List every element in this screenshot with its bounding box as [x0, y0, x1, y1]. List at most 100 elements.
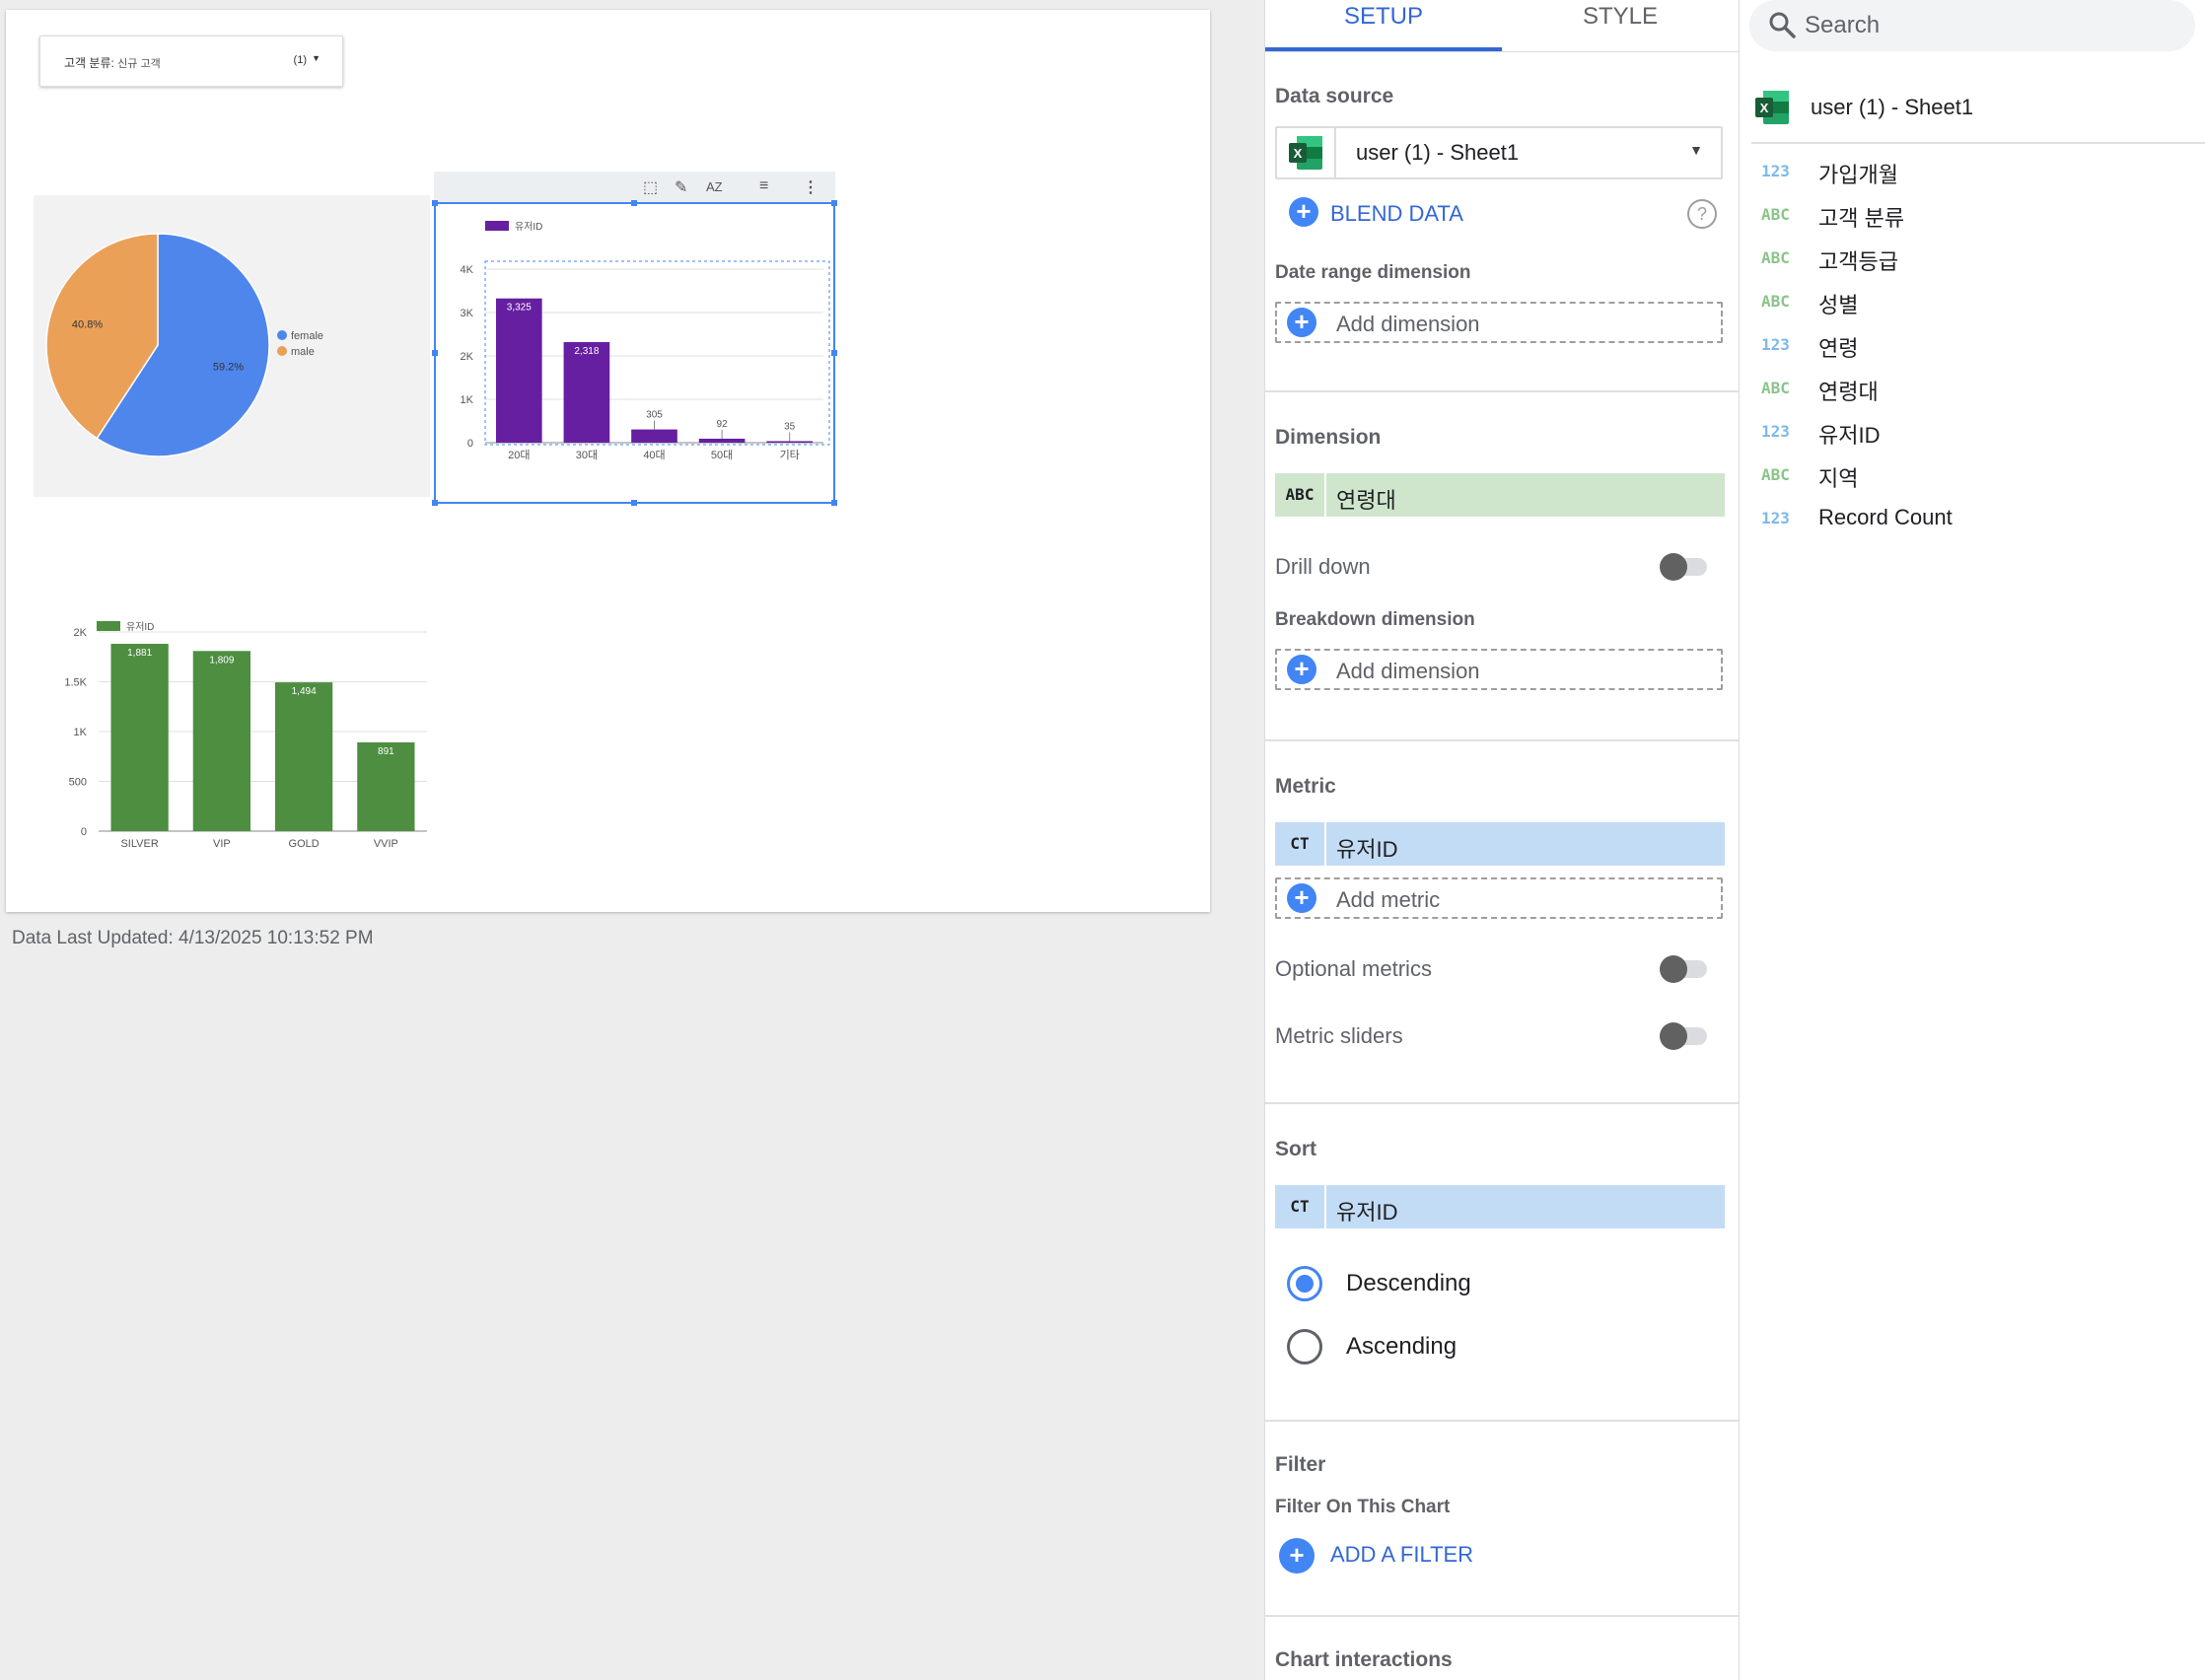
metric-sliders-label: Metric sliders	[1275, 1023, 1403, 1048]
pie-chart-gender[interactable]: 59.2% 40.8% female male	[34, 195, 430, 497]
help-icon[interactable]: ?	[1687, 199, 1717, 229]
text-type-icon: ABC	[1761, 248, 1790, 267]
select-icon[interactable]: ⬚	[643, 177, 658, 197]
y-tick-label: 1.5K	[64, 677, 87, 689]
text-type-icon: ABC	[1761, 205, 1790, 224]
text-type-icon: ABC	[1761, 465, 1790, 484]
svg-text:X: X	[1760, 101, 1769, 115]
optional-metrics-label: Optional metrics	[1275, 956, 1432, 981]
field-search[interactable]: Search	[1749, 0, 2195, 51]
filter-subtitle: Filter On This Chart	[1275, 1497, 1451, 1517]
blend-data-button[interactable]: BLEND DATA	[1330, 201, 1463, 227]
data-source-title: Data source	[1275, 85, 1394, 107]
drill-down-toggle[interactable]	[1660, 553, 1707, 581]
add-metric[interactable]: + Add metric	[1275, 877, 1723, 919]
dimension-field-name: 연령대	[1336, 488, 1396, 513]
number-type-icon: 123	[1761, 335, 1790, 354]
bar	[192, 651, 251, 831]
data-label: 1,809	[209, 655, 234, 665]
metric-title: Metric	[1275, 775, 1336, 798]
filter-control-count: (1)	[293, 54, 307, 66]
data-label: 1,881	[127, 648, 152, 659]
data-label: 891	[378, 746, 394, 757]
dropdown-arrow-icon: ▼	[1689, 142, 1703, 158]
last-updated-text: Data Last Updated: 4/13/2025 10:13:52 PM	[12, 928, 374, 948]
filter-control-label: 고객 분류:	[64, 56, 114, 70]
drill-down-label: Drill down	[1275, 554, 1371, 579]
add-filter-button[interactable]: ADD A FILTER	[1330, 1542, 1473, 1568]
legend-label: female	[291, 330, 323, 342]
metric-field-name: 유저ID	[1336, 837, 1398, 862]
legend-marker	[277, 346, 287, 356]
radio-unselected[interactable]	[1287, 1329, 1322, 1365]
x-tick-label: SILVER	[120, 838, 158, 850]
chart-selection-frame	[432, 200, 837, 506]
number-type-icon: 123	[1761, 422, 1790, 441]
properties-panel: SETUP STYLE Data source X user (1) - She…	[1264, 0, 1740, 1680]
tab-style[interactable]: STYLE	[1502, 0, 1739, 51]
x-tick-label: VVIP	[374, 838, 398, 850]
field-type-badge: ABC	[1275, 473, 1326, 517]
search-placeholder: Search	[1805, 12, 1881, 38]
legend-marker	[97, 621, 120, 631]
legend-label: 유저ID	[126, 621, 154, 633]
y-tick-label: 500	[69, 777, 87, 789]
y-tick-label: 0	[81, 826, 87, 838]
bar-chart-grade[interactable]: 0 500 1K 1.5K 2K 1,881 SILVER 1,809 VIP 1,494 GOLD…	[39, 582, 434, 858]
svg-text:X: X	[1294, 146, 1303, 161]
bar	[274, 682, 333, 831]
legend-marker	[277, 330, 287, 340]
metric-chip[interactable]: CT 유저ID	[1275, 822, 1725, 866]
filter-control-customer-type[interactable]: 고객 분류: 신규 고객 (1) ▼	[39, 35, 343, 87]
plus-icon: +	[1287, 308, 1316, 337]
dimension-title: Dimension	[1275, 426, 1382, 449]
filter-icon[interactable]: ≡	[759, 177, 768, 195]
bar	[110, 644, 169, 831]
y-tick-label: 1K	[74, 727, 88, 738]
plus-icon: +	[1287, 655, 1316, 684]
sort-chip[interactable]: CT 유저ID	[1275, 1185, 1725, 1228]
data-fields-panel: Search X user (1) - Sheet1 123 가입개월 ABC 고객 …	[1740, 0, 2205, 1680]
chart-toolbar: ⬚ ✎ AZ ≡ ⋮	[434, 172, 835, 203]
field-name: 고객 분류	[1818, 206, 1905, 231]
data-source-value: user (1) - Sheet1	[1356, 140, 1520, 165]
chart-interactions-title: Chart interactions	[1275, 1648, 1453, 1671]
excel-icon: X	[1289, 136, 1322, 170]
field-name: 성별	[1818, 293, 1859, 317]
add-filter-plus-icon[interactable]: +	[1279, 1538, 1315, 1574]
filter-control-value: 신규 고객	[117, 58, 161, 70]
data-source-header: X user (1) - Sheet1	[1751, 89, 2205, 144]
pie-label: 40.8%	[72, 319, 103, 331]
text-type-icon: ABC	[1761, 292, 1790, 311]
pie-chart-svg: 59.2% 40.8% female male	[45, 233, 323, 457]
optional-metrics-toggle[interactable]	[1660, 955, 1707, 983]
pie-label: 59.2%	[213, 361, 244, 373]
data-source-name: user (1) - Sheet1	[1811, 95, 1974, 119]
y-tick-label: 2K	[74, 627, 88, 639]
field-name: 연령대	[1818, 380, 1879, 404]
field-name: 연령	[1818, 336, 1859, 361]
more-vert-icon[interactable]: ⋮	[803, 177, 818, 197]
sort-title: Sort	[1275, 1138, 1316, 1160]
metric-sliders-toggle[interactable]	[1660, 1022, 1707, 1050]
sort-az-icon[interactable]: AZ	[706, 179, 723, 194]
add-breakdown-dimension[interactable]: + Add dimension	[1275, 649, 1723, 690]
number-type-icon: 123	[1761, 509, 1790, 527]
x-tick-label: VIP	[213, 838, 231, 850]
text-type-icon: ABC	[1761, 379, 1790, 397]
breakdown-title: Breakdown dimension	[1275, 609, 1475, 630]
field-type-badge: CT	[1275, 822, 1326, 866]
add-date-dimension[interactable]: + Add dimension	[1275, 302, 1723, 343]
radio-selected[interactable]	[1287, 1266, 1322, 1301]
search-icon	[1769, 12, 1796, 38]
tab-setup[interactable]: SETUP	[1265, 0, 1502, 51]
sort-field-name: 유저ID	[1336, 1200, 1398, 1225]
blend-plus-icon[interactable]: +	[1289, 197, 1318, 227]
field-name: Record Count	[1818, 505, 1953, 529]
dimension-chip[interactable]: ABC 연령대	[1275, 473, 1725, 517]
edit-pencil-icon[interactable]: ✎	[675, 177, 687, 197]
field-name: 유저ID	[1818, 423, 1881, 448]
data-source-select[interactable]: X user (1) - Sheet1 ▼	[1275, 126, 1723, 179]
plus-icon: +	[1287, 883, 1316, 913]
field-type-badge: CT	[1275, 1185, 1326, 1228]
